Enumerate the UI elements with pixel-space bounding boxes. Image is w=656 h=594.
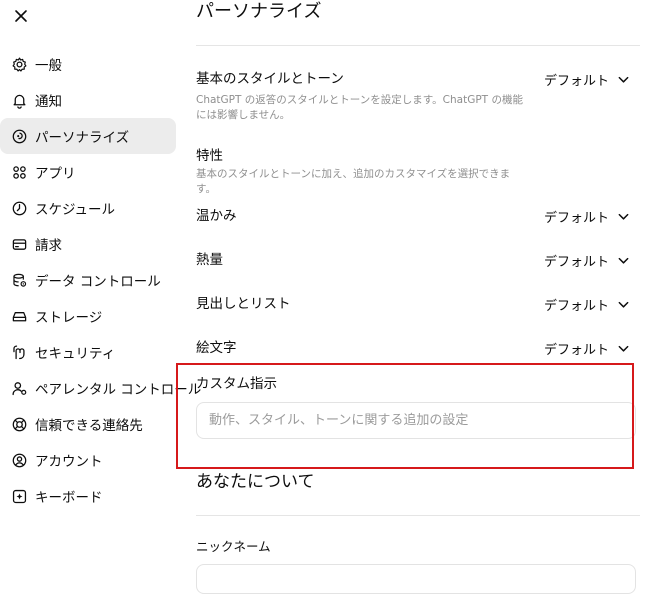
dropdown-value: デフォルト [543, 298, 609, 314]
sidebar-item-label: 一般 [35, 58, 62, 74]
sidebar-item-label: ストレージ [35, 310, 103, 326]
nickname-input[interactable] [196, 564, 636, 594]
sidebar-item-label: パーソナライズ [35, 130, 130, 146]
parental-user-icon [10, 379, 28, 397]
sidebar-item-label: データ コントロール [35, 274, 161, 290]
bell-icon [10, 91, 28, 109]
account-icon [10, 451, 28, 469]
credit-card-icon [10, 235, 28, 253]
custom-instructions-input[interactable] [197, 403, 635, 438]
sidebar-item-keyboard[interactable]: キーボード [0, 478, 176, 514]
dropdown-value: デフォルト [543, 210, 609, 226]
sidebar-item-account[interactable]: アカウント [0, 442, 176, 478]
sidebar-item-personalization[interactable]: パーソナライズ [0, 118, 176, 154]
sidebar-item-label: スケジュール [35, 202, 116, 218]
base-style-description: ChatGPT の返答のスタイルとトーンを設定します。ChatGPT の機能には… [196, 94, 523, 121]
page-title: パーソナライズ [196, 1, 322, 22]
sidebar-item-apps[interactable]: アプリ [0, 154, 176, 190]
gear-icon [10, 55, 28, 73]
apps-grid-icon [10, 163, 28, 181]
dropdown-value: デフォルト [543, 73, 609, 89]
warmth-label: 温かみ [196, 208, 237, 224]
base-style-dropdown[interactable]: デフォルト [544, 69, 630, 89]
sidebar-item-parental-controls[interactable]: ペアレンタル コントロール [0, 370, 201, 406]
dropdown-value: デフォルト [543, 342, 609, 358]
chevron-down-icon [618, 345, 629, 352]
sidebar-item-general[interactable]: 一般 [0, 46, 176, 82]
clock-icon [10, 199, 28, 217]
personalization-panel: パーソナライズ 基本のスタイルとトーン ChatGPT の返答のスタイルとトーン… [196, 0, 644, 594]
sidebar-item-label: 通知 [35, 94, 62, 110]
sidebar-item-trusted-contacts[interactable]: 信頼できる連絡先 [0, 406, 176, 442]
headers-lists-dropdown[interactable]: デフォルト [544, 294, 630, 314]
chevron-down-icon [618, 76, 629, 83]
chevron-down-icon [618, 301, 629, 308]
security-icon [10, 343, 28, 361]
sidebar-item-label: 信頼できる連絡先 [35, 418, 143, 434]
dropdown-value: デフォルト [543, 254, 609, 270]
keyboard-icon [10, 487, 28, 505]
sidebar-item-storage[interactable]: ストレージ [0, 298, 176, 334]
emoji-label: 絵文字 [196, 340, 237, 356]
close-icon [15, 10, 27, 22]
warmth-dropdown[interactable]: デフォルト [544, 206, 630, 226]
custom-instructions-field[interactable] [196, 402, 636, 439]
sidebar-item-label: ペアレンタル コントロール [35, 382, 202, 398]
title-divider [196, 45, 640, 46]
base-style-label: 基本のスタイルとトーン [196, 71, 344, 87]
sidebar-item-label: キーボード [35, 490, 103, 506]
traits-description: 基本のスタイルとトーンに加え、追加のカスタマイズを選択できます。 [196, 168, 511, 195]
sidebar-item-security[interactable]: セキュリティ [0, 334, 176, 370]
sidebar-item-label: アプリ [35, 166, 76, 182]
emoji-dropdown[interactable]: デフォルト [544, 338, 630, 358]
chevron-down-icon [618, 213, 629, 220]
about-you-title: あなたについて [196, 472, 315, 492]
enthusiasm-dropdown[interactable]: デフォルト [544, 250, 630, 270]
traits-label: 特性 [196, 148, 223, 164]
sidebar-item-schedule[interactable]: スケジュール [0, 190, 176, 226]
database-gear-icon [10, 271, 28, 289]
sidebar-item-label: 請求 [35, 238, 62, 254]
chevron-down-icon [618, 257, 629, 264]
about-you-divider [196, 515, 640, 516]
personalize-icon [10, 127, 28, 145]
sidebar-item-data-controls[interactable]: データ コントロール [0, 262, 176, 298]
lifebuoy-icon [10, 415, 28, 433]
settings-sidebar: 一般 通知 パーソナライズ アプリ スケジュール 請求 データ コントロール ス… [0, 46, 201, 514]
sidebar-item-billing[interactable]: 請求 [0, 226, 176, 262]
custom-instructions-label: カスタム指示 [196, 376, 277, 392]
sidebar-item-notifications[interactable]: 通知 [0, 82, 176, 118]
enthusiasm-label: 熱量 [196, 252, 223, 268]
sidebar-item-label: セキュリティ [35, 346, 116, 362]
storage-drive-icon [10, 307, 28, 325]
close-button[interactable] [8, 3, 34, 29]
nickname-label: ニックネーム [196, 539, 271, 554]
sidebar-item-label: アカウント [35, 454, 103, 470]
headers-lists-label: 見出しとリスト [196, 296, 291, 312]
